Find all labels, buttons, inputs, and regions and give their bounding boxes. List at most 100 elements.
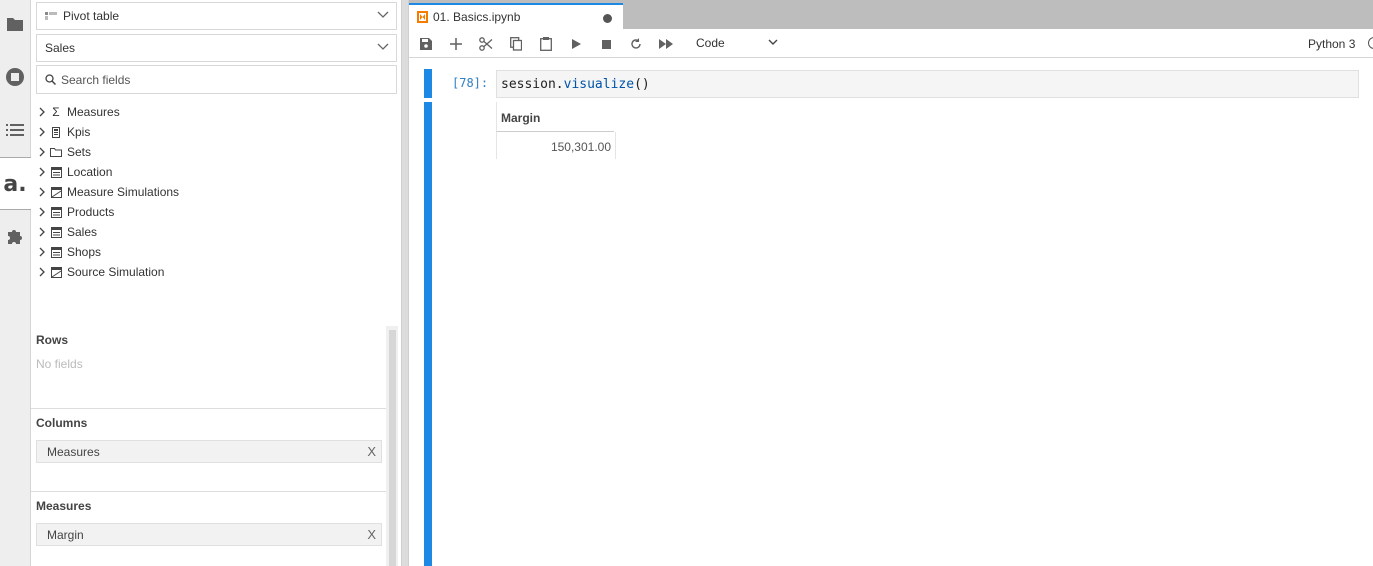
activity-separator-2	[0, 209, 31, 210]
columns-title: Columns	[36, 416, 88, 430]
search-icon	[45, 74, 56, 85]
output-value-cell: 150,301.00	[496, 132, 616, 159]
extension-icon[interactable]	[0, 216, 30, 256]
chevron-down-icon	[377, 43, 389, 50]
kernel-name[interactable]: Python 3	[1308, 37, 1355, 51]
columns-chip-measures[interactable]: Measures X	[36, 440, 382, 463]
kernel-status-icon	[1368, 37, 1373, 49]
tree-item-label: Source Simulation	[67, 265, 165, 279]
chevron-right-icon[interactable]	[36, 247, 48, 257]
remove-chip-button[interactable]: X	[367, 527, 376, 542]
rows-title: Rows	[36, 333, 69, 347]
chevron-right-icon[interactable]	[36, 147, 48, 157]
code-args: ()	[634, 77, 650, 92]
remove-chip-button[interactable]: X	[367, 444, 376, 459]
tree-item-kpis[interactable]: Kpis	[36, 122, 396, 142]
tree-item-location[interactable]: Location	[36, 162, 396, 182]
add-cell-icon[interactable]	[446, 34, 466, 54]
section-divider	[31, 408, 387, 409]
output-collapser[interactable]	[424, 102, 432, 566]
chevron-right-icon[interactable]	[36, 267, 48, 277]
running-icon[interactable]	[0, 57, 30, 97]
stop-icon[interactable]	[596, 34, 616, 54]
unsaved-dot-icon[interactable]	[603, 14, 612, 23]
kpi-icon	[50, 126, 62, 138]
tree-item-source-simulation[interactable]: Source Simulation	[36, 262, 396, 282]
tab-bar: 01. Basics.ipynb	[409, 0, 1373, 29]
chip-label: Measures	[47, 444, 100, 459]
chevron-right-icon[interactable]	[36, 227, 48, 237]
tree-item-label: Location	[67, 165, 113, 179]
folder-icon[interactable]	[0, 4, 30, 44]
tree-item-products[interactable]: Products	[36, 202, 396, 222]
chip-label: Margin	[47, 527, 84, 542]
tab-basics-notebook[interactable]: 01. Basics.ipynb	[409, 3, 623, 29]
run-icon[interactable]	[566, 34, 586, 54]
chevron-down-icon[interactable]	[768, 39, 778, 46]
notebook-toolbar: Code Python 3	[409, 29, 1373, 58]
chevron-right-icon[interactable]	[36, 187, 48, 197]
notebook-icon	[417, 11, 428, 23]
fast-forward-icon[interactable]	[656, 34, 676, 54]
notebook-content: [78]: session.visualize() Margin 150,301…	[409, 58, 1373, 566]
tree-item-label: Sets	[67, 145, 92, 159]
search-placeholder: Search fields	[61, 72, 131, 87]
cell-type-select[interactable]: Code	[696, 36, 725, 50]
tree-item-label: Kpis	[67, 125, 91, 139]
dimension-icon	[50, 166, 62, 178]
restart-icon[interactable]	[626, 34, 646, 54]
dimension-icon	[50, 206, 62, 218]
chevron-down-icon	[377, 11, 389, 18]
activity-bar: a.	[0, 0, 31, 566]
chevron-right-icon[interactable]	[36, 207, 48, 217]
tab-label: 01. Basics.ipynb	[433, 10, 521, 24]
panel-splitter[interactable]	[401, 0, 409, 566]
simulation-icon	[50, 186, 62, 198]
output-column-header: Margin	[496, 102, 614, 132]
cut-icon[interactable]	[476, 34, 496, 54]
cube-dropdown[interactable]: Sales	[36, 34, 397, 62]
pivot-table-icon	[45, 12, 57, 20]
folder-icon	[50, 146, 62, 158]
tree-item-label: Products	[67, 205, 115, 219]
toc-icon[interactable]	[0, 110, 30, 150]
code-object: session.	[501, 77, 564, 92]
tree-item-sales[interactable]: Sales	[36, 222, 396, 242]
tree-item-label: Shops	[67, 245, 102, 259]
chevron-right-icon[interactable]	[36, 167, 48, 177]
search-fields-input[interactable]: Search fields	[36, 65, 397, 94]
code-function: visualize	[563, 77, 635, 92]
measures-chip-margin[interactable]: Margin X	[36, 523, 382, 546]
save-icon[interactable]	[416, 34, 436, 54]
simulation-icon	[50, 266, 62, 278]
input-collapser[interactable]	[424, 69, 432, 98]
scrollbar-thumb[interactable]	[389, 330, 396, 566]
rows-empty-text: No fields	[36, 357, 83, 371]
tree-item-sets[interactable]: Sets	[36, 142, 396, 162]
pivot-sections: Rows No fields Columns Measures X Measur…	[31, 326, 387, 566]
activity-separator	[0, 157, 31, 158]
copy-icon[interactable]	[506, 34, 526, 54]
cell-prompt: [78]:	[452, 76, 489, 90]
tree-item-measures[interactable]: Σ Measures	[36, 102, 396, 122]
atoti-logo-text: a.	[3, 171, 27, 197]
atoti-icon[interactable]: a.	[0, 164, 30, 204]
tree-item-label: Measures	[67, 105, 120, 119]
tree-item-shops[interactable]: Shops	[36, 242, 396, 262]
code-editor[interactable]: session.visualize()	[496, 70, 1359, 98]
widget-type-dropdown[interactable]: Pivot table	[36, 2, 397, 30]
atoti-panel: Pivot table Sales Search fields Σ Measur…	[31, 0, 401, 566]
tree-item-label: Sales	[67, 225, 98, 239]
paste-icon[interactable]	[536, 34, 556, 54]
widget-type-label: Pivot table	[63, 9, 120, 23]
chevron-right-icon[interactable]	[36, 107, 48, 117]
sigma-icon: Σ	[52, 105, 60, 119]
chevron-right-icon[interactable]	[36, 127, 48, 137]
dimension-icon	[50, 246, 62, 258]
measures-title: Measures	[36, 499, 92, 513]
section-divider	[31, 491, 387, 492]
cube-label: Sales	[45, 41, 76, 55]
tree-item-measure-simulations[interactable]: Measure Simulations	[36, 182, 396, 202]
notebook-area: 01. Basics.ipynb Code Python 3 [78]: ses…	[409, 0, 1373, 566]
dimension-icon	[50, 226, 62, 238]
